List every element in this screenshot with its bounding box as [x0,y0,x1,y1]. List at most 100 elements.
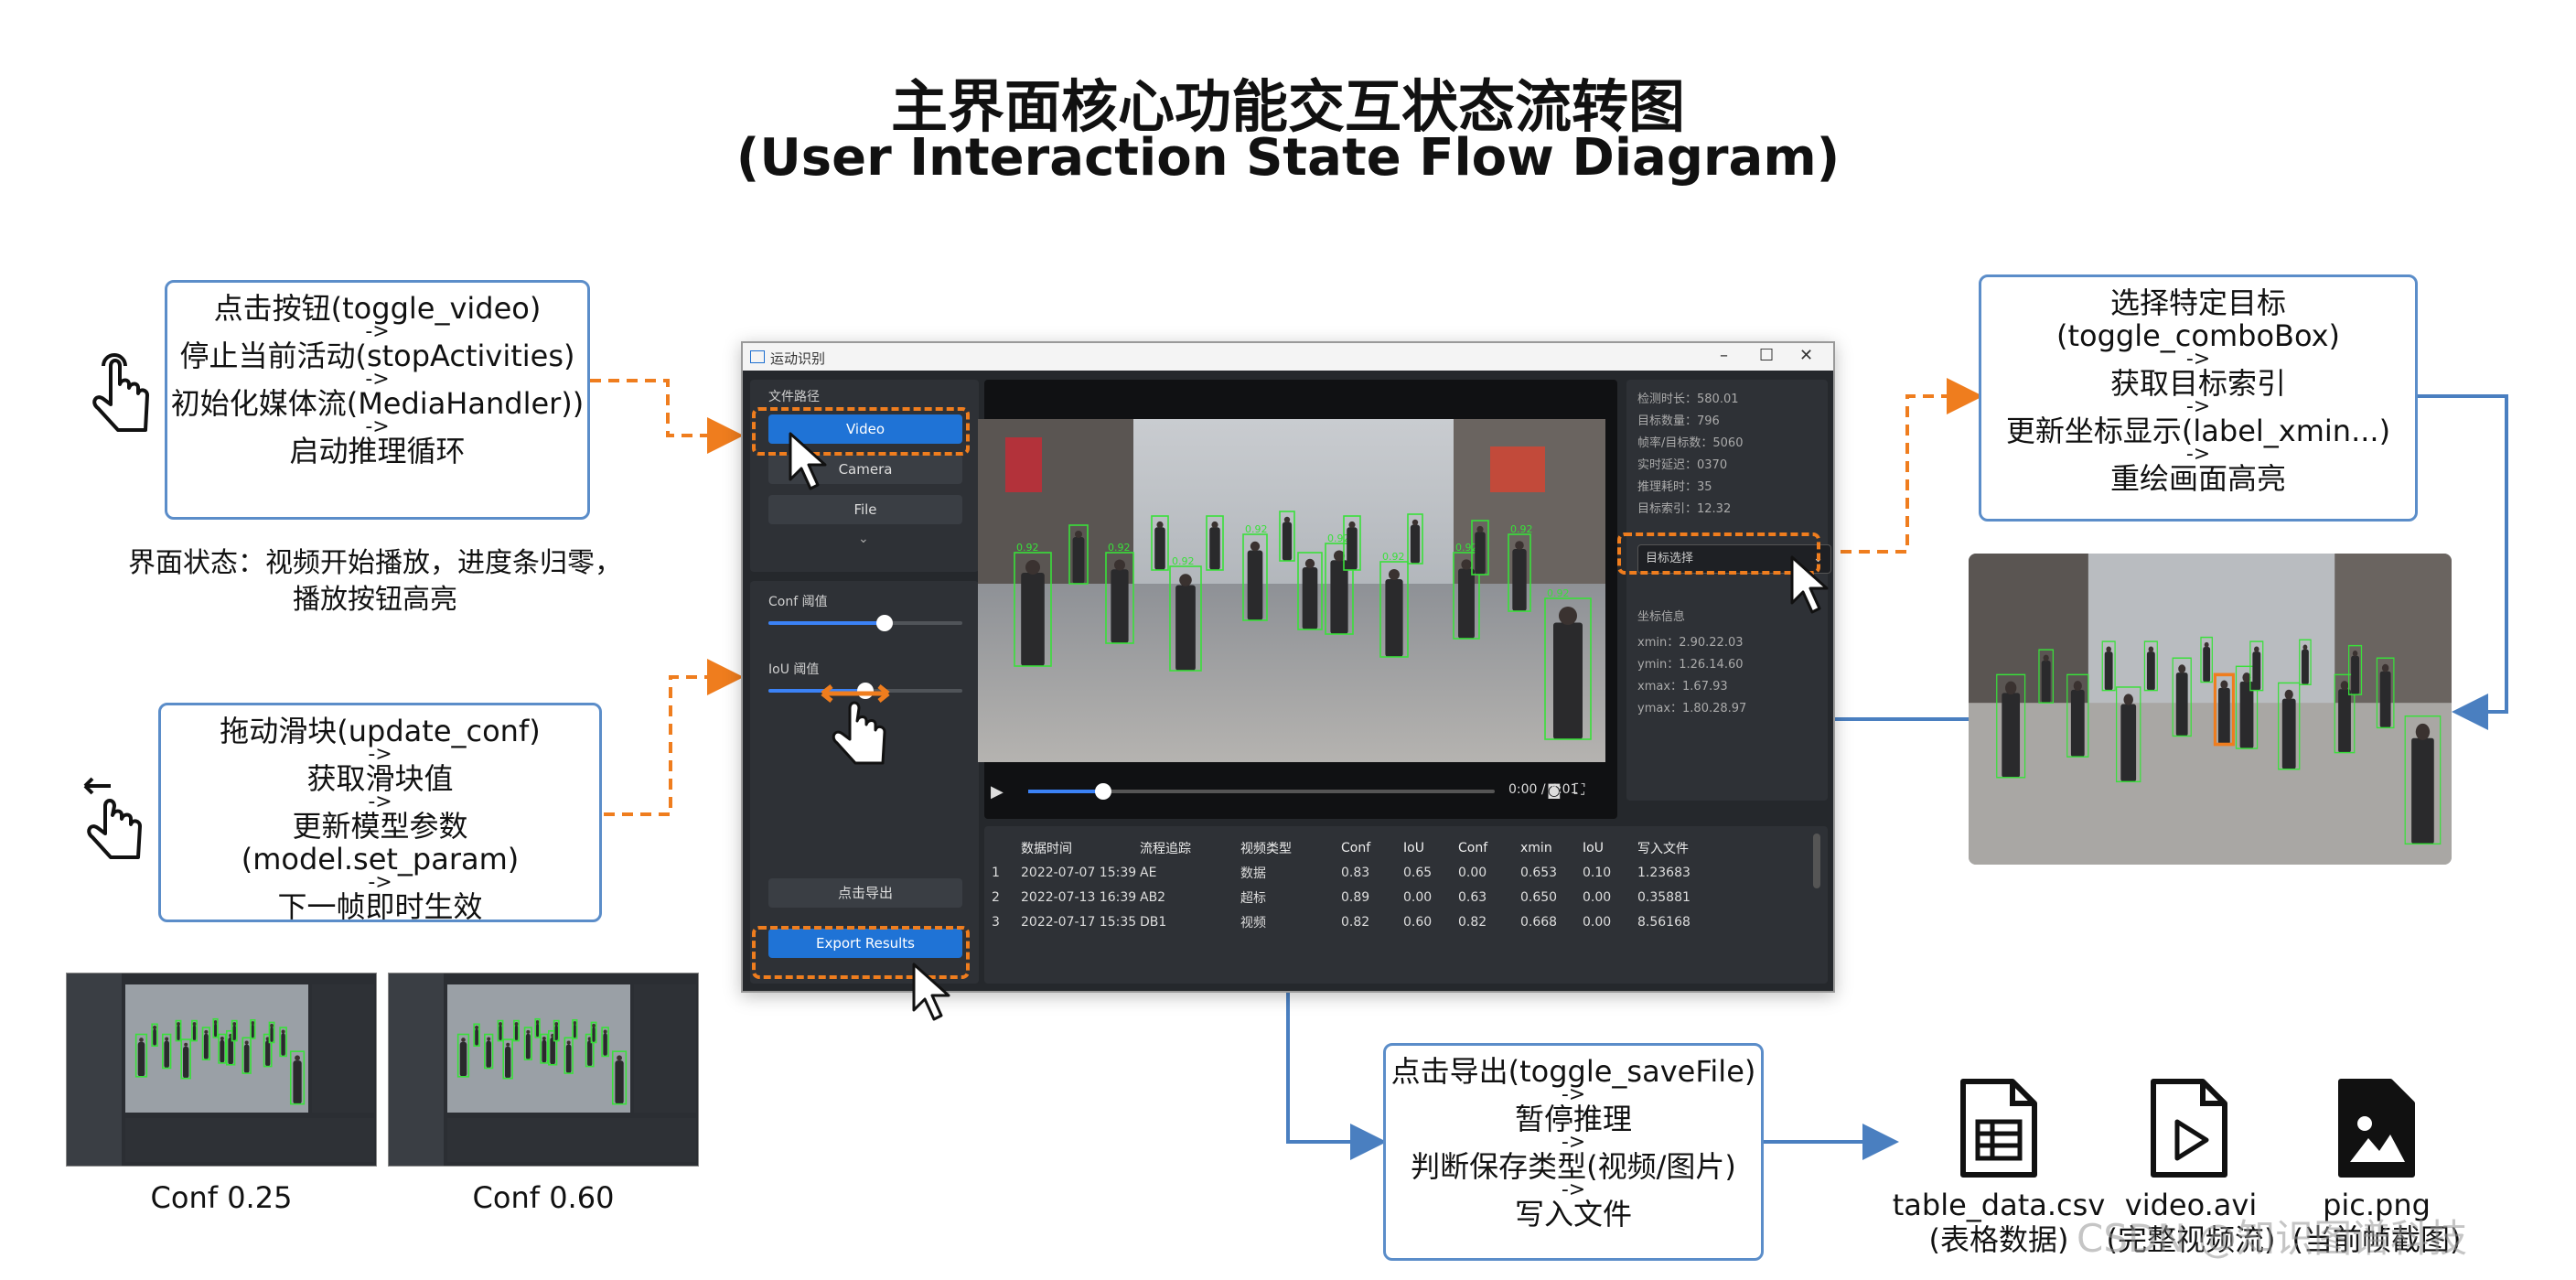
progress-knob[interactable] [1094,783,1111,800]
table-header-cell[interactable]: 数据时间 [1021,835,1140,860]
pedestrian-head [1211,521,1218,529]
pedestrian [192,1025,197,1041]
table-cell: 0.00 [1583,889,1612,905]
file-button[interactable]: File [768,495,962,524]
table-header-cell[interactable]: Conf [1458,835,1520,860]
pedestrian-head [295,1055,300,1061]
pedestrian [293,1060,302,1104]
table-scrollbar[interactable] [1813,834,1820,888]
pedestrian [177,1025,180,1041]
thumbnail-frame [389,973,696,1166]
table-row[interactable]: 3 2022-07-17 15:35 DB1 视频 0.82 0.60 0.82 0.668 0… [992,909,1720,934]
conf-slider[interactable] [768,615,962,631]
flow-step: 更新模型参数(model.set_param) [241,809,520,877]
pedestrian [1302,567,1318,629]
table-row[interactable]: 1 2022-07-07 15:39 AE 数据 0.83 0.65 0.00 0.653 0.… [992,860,1720,885]
pedestrian [603,1033,607,1057]
table-header-cell[interactable]: IoU [1403,835,1458,860]
thumbnail-caption: Conf 0.25 [150,1180,293,1215]
pedestrian [203,1033,209,1060]
table-header-cell[interactable]: 写入文件 [1637,835,1720,860]
pedestrian [243,1044,250,1074]
table-cell: 0.650 [1520,889,1558,905]
pedestrian [1553,622,1583,739]
pedestrian-head [535,1020,540,1025]
pedestrian [2175,672,2188,737]
pedestrian [1111,569,1129,643]
close-icon[interactable]: ✕ [1799,346,1813,365]
pedestrian [183,1046,189,1079]
pedestrian-head [487,1037,491,1041]
connector-video [590,379,744,454]
chevron-down-icon[interactable]: ⌄ [858,532,869,546]
pedestrian-head [2352,650,2358,657]
connector-combo [1822,378,1983,554]
pedestrian [1021,573,1045,666]
table-row[interactable]: 2 2022-07-13 16:39 AB2 超标 0.89 0.00 0.63 0.650 0… [992,885,1720,909]
detection-score: 0.92 [1245,523,1268,535]
coord-line: xmax：1.67.93 [1637,680,1728,694]
pedestrian-head [2178,664,2186,673]
detection-score: 0.92 [1327,532,1350,544]
table-header-cell[interactable]: xmin [1520,835,1583,860]
pedestrian [573,1024,576,1038]
ui-state-note-line: 播放按钮高亮 [293,584,457,616]
flow-step: 下一帧即时生效 [277,889,483,924]
conf-slider-knob[interactable] [876,615,894,631]
play-icon[interactable]: ▶ [991,782,1004,801]
pedestrian-head [1025,560,1040,575]
table-header-cell[interactable]: 视频类型 [1240,835,1341,860]
pedestrian [2281,698,2296,769]
pedestrian-head [192,1022,197,1027]
pedestrian-head [592,1023,596,1027]
ui-state-note-line: 界面状态：视频开始播放，进度条归零， [128,547,622,579]
thumbnail-part [634,984,696,1113]
table-cell: 0.63 [1458,889,1487,905]
connector-slider [604,659,744,816]
pedestrian-head [165,1037,169,1041]
video-button-highlight [752,407,970,456]
table-header-cell[interactable]: IoU [1583,835,1637,860]
export-cn-button[interactable]: 点击导出 [768,878,962,908]
table-cell: 2 [992,889,1000,905]
detection-score: 0.92 [1016,542,1039,554]
pedestrian [554,1025,558,1041]
thumbnail-conf-high [388,973,699,1167]
pedestrian-head [2340,681,2349,691]
pedestrian-head [1515,541,1524,550]
table-cell: 0.82 [1341,914,1370,930]
pedestrian [514,1025,519,1041]
table-cell: 数据 [1240,866,1266,881]
pedestrian-head [2415,723,2431,740]
table-cell: 0.00 [1583,914,1612,930]
minimize-icon[interactable]: – [1720,346,1728,365]
table-header-cell[interactable]: Conf [1341,835,1403,860]
pedestrian-head [213,1020,218,1025]
table-cell: 2022-07-17 15:35 [1021,914,1137,930]
maximize-icon[interactable]: ☐ [1759,346,1774,365]
fullscreen-icon[interactable]: ⛶ [1574,780,1584,799]
flow-step: 写入文件 [1514,1197,1632,1232]
coord-line: ymax：1.80.28.97 [1637,702,1747,715]
pedestrian [265,1040,271,1067]
table-header-cell[interactable] [992,835,1021,860]
pedestrian-head [603,1029,607,1034]
flow-arrow: -> [368,871,392,894]
pedestrian-head [2148,646,2154,652]
pedestrian [251,1024,254,1038]
detection-score: 0.92 [1510,523,1533,535]
detection-layer: 0.92 0.92 0.92 0.92 0.92 0.92 0.92 0.92 0.92 [1014,511,1592,740]
camera-icon[interactable]: ◙ [1547,781,1562,799]
pedestrian [2041,660,2051,704]
flow-arrow: -> [2185,395,2211,418]
pedestrian-head [1334,550,1345,562]
param-panel: Conf 阈值 IoU 阈值 点击导出 Export Results [750,581,979,984]
pedestrian [1410,524,1421,564]
table-cell: 0.35881 [1637,889,1690,905]
pedestrian-head [461,1038,466,1042]
pedestrian-head [2254,646,2259,652]
table-header-cell[interactable]: 流程追踪 [1140,835,1240,860]
progress-bar[interactable] [1028,783,1495,800]
pedestrian-head [244,1040,249,1045]
table-cell: 0.00 [1403,889,1433,905]
